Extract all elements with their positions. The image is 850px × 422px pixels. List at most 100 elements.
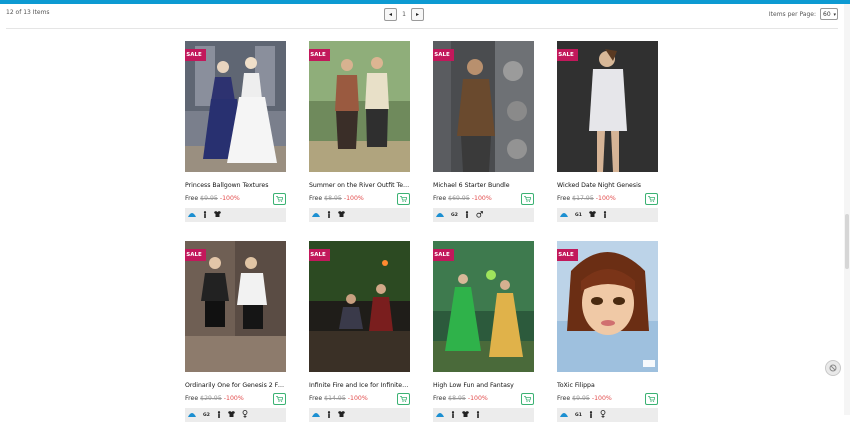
sale-price: Free [309, 195, 323, 202]
compatibility-icons [309, 408, 410, 422]
clothing-icon [227, 411, 235, 419]
chevron-down-icon: ▾ [833, 12, 836, 18]
discount-percent: -100% [591, 395, 612, 402]
discount-percent: -100% [343, 195, 364, 202]
product-title[interactable]: Michael 6 Starter Bundle [433, 182, 534, 189]
product-title[interactable]: High Low Fun and Fantasy [433, 382, 534, 389]
sale-badge: SALE [557, 249, 578, 261]
pagination: ◂ 1 ▸ [384, 7, 424, 21]
clothing-icon [338, 211, 345, 219]
original-price: $17.95 [572, 195, 594, 202]
cart-icon [524, 196, 531, 202]
toolbar-divider [6, 28, 838, 29]
discount-percent: -100% [347, 395, 368, 402]
sale-badge: SALE [557, 49, 578, 61]
discount-percent: -100% [219, 195, 240, 202]
discount-percent: -100% [223, 395, 244, 402]
genesis-logo-icon [560, 411, 568, 419]
product-thumbnail[interactable]: SALE [557, 241, 658, 372]
product-card: SALE Ordinarily One for Genesis 2 Fe... … [185, 241, 286, 422]
product-title[interactable]: Wicked Date Night Genesis [557, 182, 658, 189]
product-card: SALE ToXic Filippa Free $9.95 -100% G1 [557, 241, 658, 422]
product-thumbnail[interactable]: SALE [433, 41, 534, 172]
current-page-number: 1 [402, 10, 406, 18]
product-thumbnail[interactable]: SALE [309, 41, 410, 172]
add-to-cart-button[interactable] [521, 193, 534, 205]
compatibility-icons [309, 208, 410, 222]
genesis-logo-icon [560, 211, 568, 219]
sale-price: Free [557, 395, 571, 402]
prev-page-button[interactable]: ◂ [384, 7, 397, 21]
product-thumbnail[interactable]: SALE [557, 41, 658, 172]
product-price: Free $29.95 -100% [185, 395, 244, 402]
figure-icon [476, 410, 480, 420]
product-title[interactable]: Summer on the River Outfit Tex... [309, 182, 410, 189]
sale-badge: SALE [185, 49, 206, 61]
product-price: Free $9.95 -100% [185, 195, 240, 202]
items-per-page-select[interactable]: 60 ▾ [820, 8, 838, 20]
add-to-cart-button[interactable] [273, 193, 286, 205]
clothing-icon [462, 411, 469, 419]
add-to-cart-button[interactable] [397, 193, 410, 205]
sale-price: Free [185, 395, 199, 402]
sale-badge: SALE [433, 249, 454, 261]
product-price: Free $69.95 -100% [433, 195, 492, 202]
compatibility-icons [185, 208, 286, 222]
page-scrollbar[interactable] [844, 4, 850, 415]
cart-icon [400, 196, 407, 202]
product-thumbnail[interactable]: SALE [185, 41, 286, 172]
compatibility-icons: G2 [433, 208, 534, 222]
genesis-logo-icon [312, 411, 320, 419]
add-to-cart-button[interactable] [521, 393, 534, 405]
product-card: SALE Infinite Fire and Ice for Infinite … [309, 241, 410, 422]
figure-icon [327, 410, 331, 420]
sale-price: Free [185, 195, 199, 202]
compatibility-icons [433, 408, 534, 422]
sale-badge: SALE [309, 49, 330, 61]
clothing-icon [338, 411, 345, 419]
result-count: 12 of 13 Items [6, 9, 50, 16]
clothing-icon [214, 211, 221, 219]
discount-percent: -100% [471, 195, 492, 202]
g1-badge-icon: G1 [575, 413, 582, 418]
product-price: Free $9.95 -100% [557, 395, 612, 402]
scrollbar-thumb[interactable] [845, 214, 849, 269]
product-title[interactable]: Infinite Fire and Ice for Infinite D... [309, 382, 410, 389]
genesis-logo-icon [436, 411, 444, 419]
g1-badge-icon: G1 [575, 213, 582, 218]
add-to-cart-button[interactable] [273, 393, 286, 405]
scroll-top-button[interactable] [825, 360, 841, 376]
male-icon [476, 210, 483, 220]
product-thumbnail[interactable]: SALE [433, 241, 534, 372]
genesis-logo-icon [188, 211, 196, 219]
items-per-page: Items per Page: 60 ▾ [769, 8, 838, 20]
genesis-logo-icon [188, 411, 196, 419]
add-to-cart-button[interactable] [397, 393, 410, 405]
add-to-cart-button[interactable] [645, 393, 658, 405]
genesis-logo-icon [436, 211, 444, 219]
product-thumbnail[interactable]: SALE [309, 241, 410, 372]
figure-icon [451, 410, 455, 420]
figure-icon [327, 210, 331, 220]
original-price: $8.95 [448, 395, 466, 402]
next-page-button[interactable]: ▸ [411, 7, 424, 21]
figure-icon [465, 210, 469, 220]
scroll-circle-icon [829, 364, 837, 372]
add-to-cart-button[interactable] [645, 193, 658, 205]
sale-price: Free [433, 395, 447, 402]
original-price: $9.95 [200, 195, 218, 202]
compatibility-icons: G1 [557, 408, 658, 422]
product-price: Free $14.95 -100% [309, 395, 368, 402]
female-icon [242, 410, 248, 420]
sale-price: Free [557, 195, 571, 202]
product-card: SALE Wicked Date Night Genesis Free $17.9… [557, 41, 658, 222]
product-title[interactable]: ToXic Filippa [557, 382, 658, 389]
cart-icon [400, 396, 407, 402]
sale-price: Free [433, 195, 447, 202]
product-thumbnail[interactable]: SALE [185, 241, 286, 372]
product-card: SALE Princess Ballgown Textures Free $9.9… [185, 41, 286, 222]
product-title[interactable]: Ordinarily One for Genesis 2 Fe... [185, 382, 286, 389]
sale-badge: SALE [185, 249, 206, 261]
product-title[interactable]: Princess Ballgown Textures [185, 182, 286, 189]
product-card: SALE Michael 6 Starter Bundle Free $69.95… [433, 41, 534, 222]
